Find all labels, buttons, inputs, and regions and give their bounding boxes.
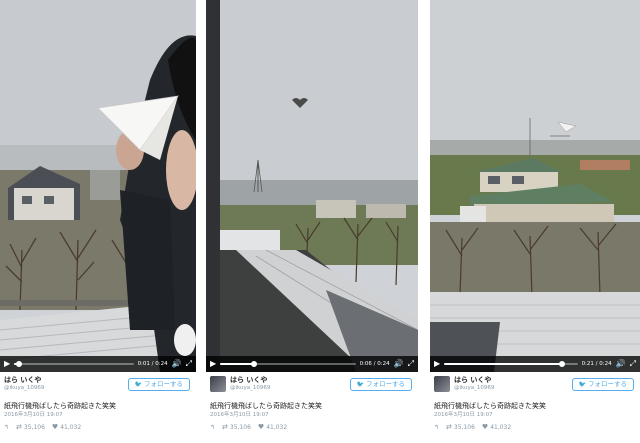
follow-button[interactable]: 🐦 フォローする (127, 378, 190, 391)
tweet-text: 紙飛行機飛ばしたら奇跡起きた笑笑 (4, 402, 116, 410)
like-action[interactable]: ♥ 41,032 (52, 423, 81, 431)
like-count: 41,032 (490, 423, 512, 431)
video-panel-1: ▶ 0:01 / 0:24 🔊 ⤢ はら いくや @ikuya_10969 🐦 フ… (0, 0, 196, 443)
retweet-action[interactable]: ⇄ 35,106 (446, 423, 475, 431)
progress-knob[interactable] (15, 361, 22, 367)
volume-icon[interactable]: 🔊 (394, 360, 404, 368)
tweet-actions: ↰ ⇄ 35,106 ♥ 41,032 (4, 423, 192, 431)
fullscreen-icon[interactable]: ⤢ (186, 360, 192, 368)
video-controls-1: ▶ 0:01 / 0:24 🔊 ⤢ (0, 356, 196, 372)
follow-button[interactable]: 🐦 フォローする (349, 378, 412, 391)
display-name[interactable]: はら いくや (230, 376, 270, 385)
retweet-action[interactable]: ⇄ 35,106 (222, 423, 251, 431)
video-player-1[interactable]: ▶ 0:01 / 0:24 🔊 ⤢ (0, 0, 196, 372)
video-frame-3 (430, 0, 640, 372)
time-display: 0:21 / 0:24 (581, 361, 612, 367)
video-player-2[interactable]: ▶ 0:06 / 0:24 🔊 ⤢ (206, 0, 418, 372)
video-controls-3: ▶ 0:21 / 0:24 🔊 ⤢ (430, 356, 640, 372)
progress-knob[interactable] (251, 361, 257, 367)
tweet-text: 紙飛行機飛ばしたら奇跡起きた笑笑 (210, 402, 322, 410)
follow-label: フォローする (366, 380, 405, 388)
heart-icon: ♥ (257, 423, 265, 431)
retweet-count: 35,106 (229, 423, 251, 431)
tweet-author: はら いくや @ikuya_10969 🐦 フォローする (4, 376, 192, 396)
progress-bar[interactable] (14, 361, 134, 367)
author-names: はら いくや @ikuya_10969 (230, 376, 270, 392)
time-display: 0:01 / 0:24 (137, 361, 168, 367)
volume-icon[interactable]: 🔊 (616, 360, 626, 368)
author-names: はら いくや @ikuya_10969 (4, 376, 44, 392)
twitter-bird-icon: 🐦 (578, 381, 586, 388)
video-frame-1 (0, 0, 196, 372)
play-icon[interactable]: ▶ (4, 360, 10, 368)
play-icon[interactable]: ▶ (210, 360, 216, 368)
play-icon[interactable]: ▶ (434, 360, 440, 368)
fullscreen-icon[interactable]: ⤢ (408, 360, 414, 368)
retweet-count: 35,106 (453, 423, 475, 431)
like-action[interactable]: ♥ 41,032 (258, 423, 287, 431)
time-display: 0:06 / 0:24 (359, 361, 390, 367)
progress-bar[interactable] (220, 361, 356, 367)
tweet-date[interactable]: 2016年3月10日 19:07 (4, 411, 192, 419)
tweet-card-3: はら いくや @ikuya_10969 🐦 フォローする 紙飛行機飛ばしたら奇跡起… (430, 376, 640, 443)
twitter-bird-icon: 🐦 (134, 381, 142, 388)
progress-fill (220, 363, 254, 365)
progress-fill (444, 363, 562, 365)
video-panel-2: ▶ 0:06 / 0:24 🔊 ⤢ はら いくや @ikuya_10969 🐦 フ… (206, 0, 418, 443)
author-names: はら いくや @ikuya_10969 (454, 376, 494, 392)
progress-knob[interactable] (558, 361, 565, 367)
video-panel-3: ▶ 0:21 / 0:24 🔊 ⤢ はら いくや @ikuya_10969 🐦 フ… (430, 0, 640, 443)
volume-icon[interactable]: 🔊 (172, 360, 182, 368)
user-handle[interactable]: @ikuya_10969 (454, 385, 494, 392)
retweet-action[interactable]: ⇄ 35,106 (16, 423, 45, 431)
user-handle[interactable]: @ikuya_10969 (230, 385, 270, 392)
display-name[interactable]: はら いくや (4, 376, 44, 385)
tweet-date[interactable]: 2016年3月10日 19:07 (434, 411, 636, 419)
tweet-text: 紙飛行機飛ばしたら奇跡起きた笑笑 (434, 402, 546, 410)
avatar[interactable] (434, 376, 450, 392)
tweet-actions: ↰ ⇄ 35,106 ♥ 41,032 (434, 423, 636, 431)
like-count: 41,032 (60, 423, 82, 431)
tweet-actions: ↰ ⇄ 35,106 ♥ 41,032 (210, 423, 414, 431)
like-action[interactable]: ♥ 41,032 (482, 423, 511, 431)
follow-button[interactable]: 🐦 フォローする (571, 378, 634, 391)
user-handle[interactable]: @ikuya_10969 (4, 385, 44, 392)
reply-icon[interactable]: ↰ (4, 424, 9, 431)
video-player-3[interactable]: ▶ 0:21 / 0:24 🔊 ⤢ (430, 0, 640, 372)
display-name[interactable]: はら いくや (454, 376, 494, 385)
follow-label: フォローする (144, 380, 183, 388)
retweet-count: 35,106 (23, 423, 45, 431)
retweet-icon: ⇄ (222, 423, 228, 431)
reply-icon[interactable]: ↰ (434, 424, 439, 431)
tweet-card-2: はら いくや @ikuya_10969 🐦 フォローする 紙飛行機飛ばしたら奇跡起… (206, 376, 418, 443)
progress-bar[interactable] (444, 361, 578, 367)
retweet-icon: ⇄ (16, 423, 22, 431)
avatar[interactable] (210, 376, 226, 392)
heart-icon: ♥ (481, 423, 489, 431)
video-controls-2: ▶ 0:06 / 0:24 🔊 ⤢ (206, 356, 418, 372)
follow-label: フォローする (588, 380, 627, 388)
tweet-date[interactable]: 2016年3月10日 19:07 (210, 411, 414, 419)
tweet-card-1: はら いくや @ikuya_10969 🐦 フォローする 紙飛行機飛ばしたら奇跡起… (0, 376, 196, 443)
retweet-icon: ⇄ (446, 423, 452, 431)
tweet-author: はら いくや @ikuya_10969 🐦 フォローする (434, 376, 636, 396)
fullscreen-icon[interactable]: ⤢ (630, 360, 636, 368)
heart-icon: ♥ (51, 423, 59, 431)
like-count: 41,032 (266, 423, 288, 431)
tweet-author: はら いくや @ikuya_10969 🐦 フォローする (210, 376, 414, 396)
reply-icon[interactable]: ↰ (210, 424, 215, 431)
video-frame-2 (206, 0, 418, 372)
twitter-bird-icon: 🐦 (356, 381, 364, 388)
